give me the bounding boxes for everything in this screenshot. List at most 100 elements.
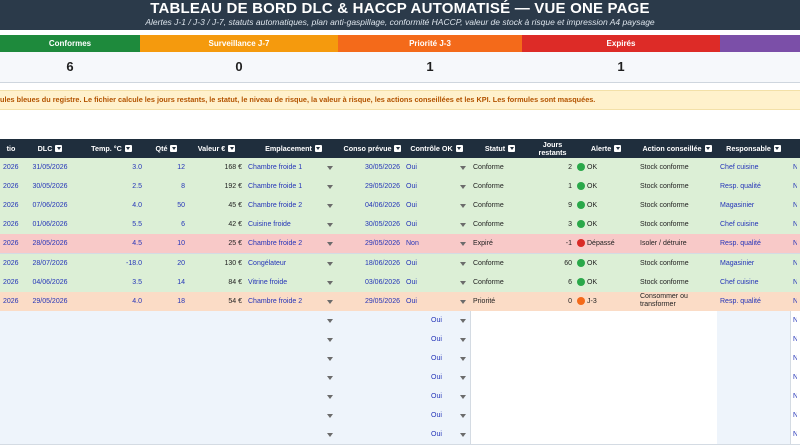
cell-valeur[interactable]: 84 € bbox=[191, 273, 242, 292]
cell-jours[interactable]: 6 bbox=[533, 273, 572, 292]
header-action[interactable]: Action conseillée bbox=[637, 139, 717, 158]
input-cell-rec[interactable] bbox=[0, 406, 23, 426]
cell-temp[interactable]: 5.5 bbox=[81, 215, 142, 234]
dropdown-arrow-icon[interactable] bbox=[460, 166, 466, 170]
cell-alerte[interactable]: OK bbox=[587, 177, 643, 196]
cell-controle[interactable]: Oui bbox=[406, 330, 467, 349]
cell-temp[interactable]: 3.5 bbox=[81, 273, 142, 292]
cell-resp[interactable]: Chef cuisine bbox=[720, 273, 787, 292]
cell-rec[interactable]: 2026 bbox=[3, 234, 19, 253]
input-cell-dlc[interactable] bbox=[22, 329, 79, 349]
cell-emplacement[interactable]: Chambre froide 2 bbox=[248, 234, 339, 253]
cell-jours[interactable]: -1 bbox=[533, 234, 572, 253]
input-cell-rec[interactable] bbox=[0, 425, 23, 445]
cell-rec[interactable]: 2026 bbox=[3, 273, 19, 292]
cell-extra[interactable]: No bbox=[793, 273, 797, 292]
dropdown-arrow-icon[interactable] bbox=[327, 223, 333, 228]
cell-extra[interactable]: No bbox=[793, 349, 797, 368]
cell-extra[interactable]: No bbox=[793, 311, 797, 330]
input-cell-temp[interactable] bbox=[78, 310, 146, 330]
input-cell-resp[interactable] bbox=[717, 387, 791, 407]
dropdown-arrow-icon[interactable] bbox=[460, 357, 466, 361]
input-cell-conso[interactable] bbox=[342, 368, 404, 388]
cell-dlc[interactable]: 31/05/2026 bbox=[25, 158, 75, 177]
input-cell-qte[interactable] bbox=[145, 368, 189, 388]
dropdown-arrow-icon[interactable] bbox=[327, 337, 333, 342]
cell-qte[interactable]: 20 bbox=[148, 254, 185, 273]
header-qte[interactable]: Qté bbox=[145, 139, 188, 158]
input-cell-dlc[interactable] bbox=[22, 387, 79, 407]
cell-statut[interactable]: Expiré bbox=[473, 234, 527, 253]
input-cell-dlc[interactable] bbox=[22, 425, 79, 445]
cell-valeur[interactable]: 45 € bbox=[191, 196, 242, 215]
cell-qte[interactable]: 10 bbox=[148, 234, 185, 253]
dropdown-arrow-icon[interactable] bbox=[460, 280, 466, 285]
dropdown-arrow-icon[interactable] bbox=[327, 318, 333, 323]
cell-statut[interactable]: Conforme bbox=[473, 273, 527, 292]
cell-emplacement[interactable]: Chambre froide 1 bbox=[248, 177, 339, 196]
input-cell-rec[interactable] bbox=[0, 329, 23, 349]
cell-alerte[interactable]: J-3 bbox=[587, 292, 643, 311]
cell-resp[interactable]: Chef cuisine bbox=[720, 158, 787, 177]
dropdown-arrow-icon[interactable] bbox=[327, 280, 333, 285]
input-cell-rec[interactable] bbox=[0, 368, 23, 388]
cell-qte[interactable]: 14 bbox=[148, 273, 185, 292]
filter-dropdown-icon[interactable] bbox=[124, 145, 132, 152]
input-cell-resp[interactable] bbox=[717, 329, 791, 349]
cell-valeur[interactable]: 168 € bbox=[191, 158, 242, 177]
cell-action[interactable]: Stock conforme bbox=[640, 158, 714, 177]
header-dlc[interactable]: DLC bbox=[22, 139, 78, 158]
cell-conso[interactable]: 30/05/2026 bbox=[345, 158, 400, 177]
cell-action[interactable]: Stock conforme bbox=[640, 273, 714, 292]
cell-rec[interactable]: 2026 bbox=[3, 292, 19, 311]
input-cell-conso[interactable] bbox=[342, 349, 404, 368]
cell-resp[interactable]: Magasinier bbox=[720, 196, 787, 215]
input-cell-qte[interactable] bbox=[145, 329, 189, 349]
header-conso[interactable]: Conso prévue bbox=[342, 139, 403, 158]
cell-resp[interactable]: Resp. qualité bbox=[720, 292, 787, 311]
filter-dropdown-icon[interactable] bbox=[55, 145, 63, 152]
input-cell-dlc[interactable] bbox=[22, 310, 79, 330]
cell-valeur[interactable]: 25 € bbox=[191, 234, 242, 253]
cell-statut[interactable]: Conforme bbox=[473, 177, 527, 196]
input-cell-valeur[interactable] bbox=[188, 387, 246, 407]
cell-statut[interactable]: Conforme bbox=[473, 254, 527, 273]
cell-alerte[interactable]: OK bbox=[587, 215, 643, 234]
cell-extra[interactable]: No bbox=[793, 368, 797, 387]
dropdown-arrow-icon[interactable] bbox=[460, 242, 466, 247]
input-cell-qte[interactable] bbox=[145, 387, 189, 407]
dropdown-arrow-icon[interactable] bbox=[460, 185, 466, 190]
dropdown-arrow-icon[interactable] bbox=[327, 242, 333, 247]
input-cell-temp[interactable] bbox=[78, 368, 146, 388]
dropdown-arrow-icon[interactable] bbox=[327, 376, 333, 381]
input-cell-temp[interactable] bbox=[78, 406, 146, 426]
dropdown-arrow-icon[interactable] bbox=[327, 261, 333, 266]
cell-resp[interactable]: Resp. qualité bbox=[720, 234, 787, 253]
cell-emplacement[interactable]: Chambre froide 2 bbox=[248, 196, 339, 215]
header-resp[interactable]: Responsable bbox=[717, 139, 790, 158]
cell-valeur[interactable]: 42 € bbox=[191, 215, 242, 234]
cell-conso[interactable]: 29/05/2026 bbox=[345, 177, 400, 196]
cell-qte[interactable]: 8 bbox=[148, 177, 185, 196]
cell-rec[interactable]: 2026 bbox=[3, 158, 19, 177]
cell-resp[interactable]: Chef cuisine bbox=[720, 215, 787, 234]
input-cell-resp[interactable] bbox=[717, 368, 791, 388]
cell-extra[interactable]: No bbox=[793, 215, 797, 234]
dropdown-arrow-icon[interactable] bbox=[327, 166, 333, 170]
cell-action[interactable]: Stock conforme bbox=[640, 177, 714, 196]
dropdown-arrow-icon[interactable] bbox=[460, 223, 466, 228]
cell-alerte[interactable]: OK bbox=[587, 273, 643, 292]
cell-dlc[interactable]: 01/06/2026 bbox=[25, 215, 75, 234]
dropdown-arrow-icon[interactable] bbox=[327, 299, 333, 304]
cell-alerte[interactable]: OK bbox=[587, 254, 643, 273]
cell-statut[interactable]: Conforme bbox=[473, 196, 527, 215]
cell-dlc[interactable]: 04/06/2026 bbox=[25, 273, 75, 292]
input-cell-valeur[interactable] bbox=[188, 406, 246, 426]
cell-controle[interactable]: Oui bbox=[406, 273, 467, 292]
input-cell-qte[interactable] bbox=[145, 349, 189, 368]
cell-alerte[interactable]: Dépassé bbox=[587, 234, 643, 253]
cell-controle[interactable]: Oui bbox=[406, 254, 467, 273]
cell-extra[interactable]: No bbox=[793, 330, 797, 349]
input-cell-conso[interactable] bbox=[342, 310, 404, 330]
header-valeur[interactable]: Valeur € bbox=[188, 139, 245, 158]
